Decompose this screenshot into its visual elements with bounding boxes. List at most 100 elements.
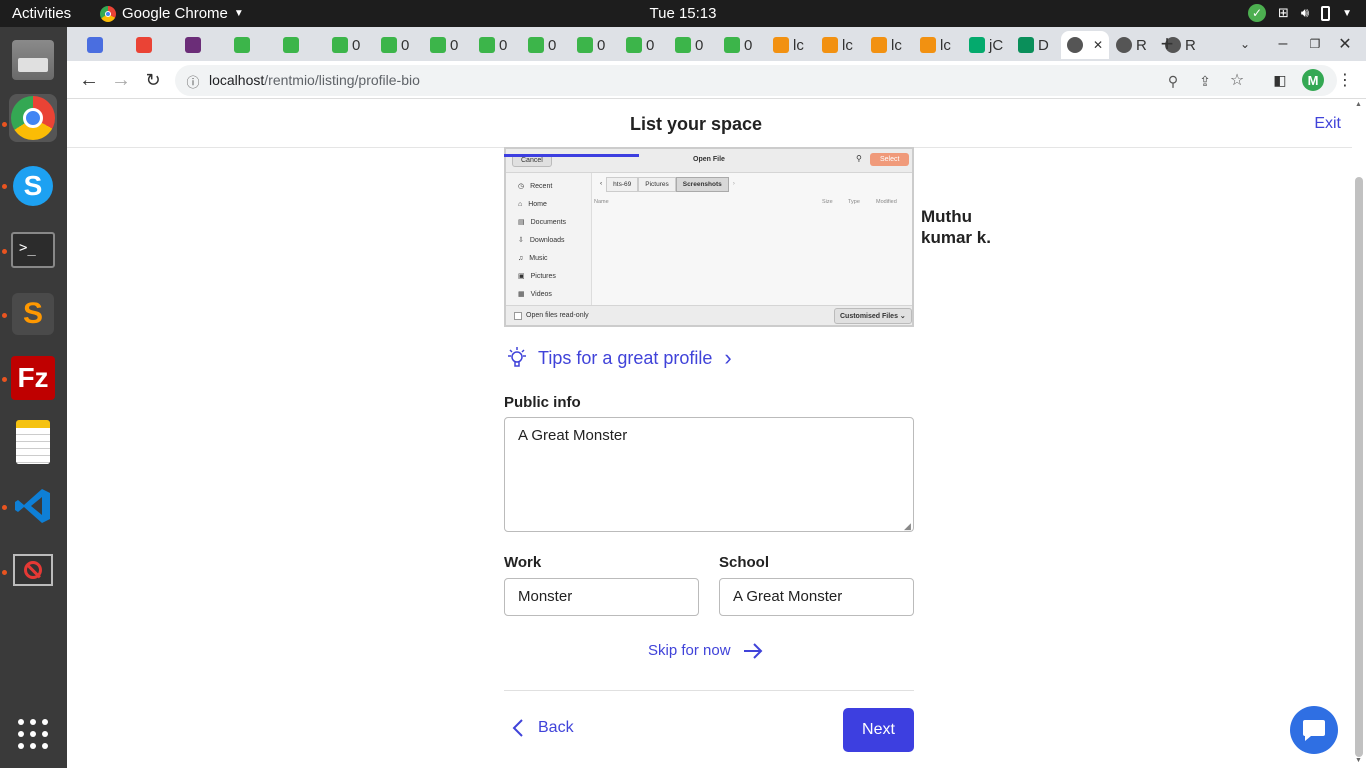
browser-tab[interactable]: 0 — [424, 31, 468, 59]
vscode-icon[interactable] — [9, 482, 57, 530]
browser-tab[interactable]: 0 — [473, 31, 517, 59]
url-text[interactable]: localhost/rentmio/listing/profile-bio — [209, 72, 420, 88]
back-nav-icon[interactable]: ← — [79, 69, 99, 91]
system-top-bar: Activities Google Chrome ▼ Tue 15:13 ✓ ⊞… — [0, 0, 1366, 27]
frog-icon — [430, 37, 446, 53]
profile-avatar[interactable]: M — [1302, 69, 1324, 91]
next-button[interactable]: Next — [843, 708, 914, 752]
chat-widget-button[interactable] — [1290, 706, 1338, 754]
school-input[interactable]: A Great Monster — [719, 578, 914, 616]
scrollbar-thumb[interactable] — [1355, 177, 1363, 757]
files-icon[interactable] — [9, 36, 57, 84]
browser-tab[interactable]: jC — [963, 31, 1007, 59]
tips-label: Tips for a great profile — [538, 347, 713, 368]
activities-button[interactable]: Activities — [12, 5, 71, 22]
browser-tab[interactable]: lc — [865, 31, 909, 59]
col-size: Size — [822, 199, 833, 205]
browser-tab[interactable] — [228, 31, 272, 59]
browser-tab[interactable] — [81, 31, 125, 59]
browser-tab[interactable]: lc — [914, 31, 958, 59]
browser-tab[interactable]: R — [1110, 31, 1154, 59]
bookmark-star-icon[interactable]: ☆ — [1227, 70, 1247, 90]
footer-divider — [504, 690, 914, 691]
frog-icon — [381, 37, 397, 53]
slack-icon — [185, 37, 201, 53]
w3-icon — [969, 37, 985, 53]
back-label: Back — [538, 719, 574, 736]
pma-icon — [920, 37, 936, 53]
tab-search-icon[interactable]: ⌄ — [1235, 34, 1255, 54]
browser-tab[interactable]: 0 — [718, 31, 762, 59]
chevron-right-icon: › — [724, 345, 732, 370]
profile-photo-preview[interactable]: Cancel Open File ⚲ Select ‹ hts-69 Pictu… — [504, 147, 914, 327]
browser-tab[interactable]: ✕ — [1061, 31, 1109, 59]
terminal-icon[interactable]: >_ — [9, 226, 57, 274]
battery-icon[interactable] — [1321, 5, 1331, 21]
chevron-left-icon — [512, 719, 523, 737]
page-viewport: List your space Exit Cancel Open File ⚲ … — [67, 99, 1352, 768]
skype-icon[interactable]: S — [9, 162, 57, 210]
disabled-app-icon[interactable] — [9, 546, 57, 594]
close-window-icon[interactable]: ✕ — [1335, 34, 1355, 54]
work-input[interactable]: Monster — [504, 578, 699, 616]
place-label: Recent — [530, 182, 553, 190]
browser-tab[interactable]: lc — [767, 31, 811, 59]
new-tab-button[interactable]: + — [1157, 31, 1177, 56]
globe-icon — [1116, 37, 1132, 53]
col-type: Type — [848, 199, 860, 205]
tab-title: 0 — [352, 36, 361, 54]
share-icon[interactable]: ⇪ — [1195, 71, 1215, 91]
site-info-icon[interactable]: ⓘ — [183, 71, 203, 91]
volume-icon[interactable]: 🔊︎ — [1301, 5, 1309, 21]
reload-icon[interactable]: ↻ — [143, 70, 163, 90]
update-shield-icon[interactable]: ✓ — [1247, 4, 1266, 22]
video-icon: ▦ — [518, 291, 525, 298]
address-bar[interactable]: ⓘ localhost/rentmio/listing/profile-bio … — [175, 65, 1337, 96]
dialog-places: ◷ Recent ⌂ Home ▤ Documents ⇩ Downloads ♫ Mus… — [506, 173, 592, 305]
browser-tab[interactable] — [179, 31, 223, 59]
dock: S >_ S Fz — [0, 27, 67, 768]
filezilla-icon[interactable]: Fz — [9, 354, 57, 402]
app-grid-icon[interactable] — [9, 710, 57, 758]
minimize-icon[interactable]: – — [1273, 34, 1293, 54]
close-tab-icon[interactable]: ✕ — [1093, 38, 1103, 52]
back-button[interactable]: Back — [512, 719, 574, 737]
browser-tab[interactable]: lc — [816, 31, 860, 59]
chevron-down-icon[interactable]: ▼ — [1342, 8, 1352, 19]
tab-title: 0 — [548, 36, 557, 54]
chrome-icon[interactable] — [9, 94, 57, 142]
zoom-icon[interactable]: ⚲ — [1163, 71, 1183, 91]
page-scrollbar[interactable]: ▲ ▼ — [1352, 99, 1366, 768]
restore-icon[interactable]: ❐ — [1305, 34, 1325, 54]
place-item: ▣ Pictures — [506, 267, 591, 285]
network-icon[interactable]: ⊞ — [1278, 5, 1289, 21]
forward-nav-icon[interactable]: → — [111, 69, 131, 91]
browser-tab[interactable]: 0 — [571, 31, 615, 59]
skip-link[interactable]: Skip for now — [648, 642, 763, 659]
notes-icon[interactable] — [9, 418, 57, 466]
browser-tab[interactable]: 0 — [669, 31, 713, 59]
dialog-path-bar: ‹ hts-69 Pictures Screenshots › — [596, 177, 739, 192]
path-back-icon: ‹ — [600, 180, 603, 187]
tips-link[interactable]: Tips for a great profile › — [504, 345, 732, 371]
browser-tab[interactable]: 0 — [326, 31, 370, 59]
docs-icon — [87, 37, 103, 53]
scroll-up-icon[interactable]: ▲ — [1355, 101, 1362, 108]
browser-tab[interactable]: 0 — [620, 31, 664, 59]
sublime-icon[interactable]: S — [9, 290, 57, 338]
frog-icon — [626, 37, 642, 53]
browser-tab[interactable] — [130, 31, 174, 59]
exit-link[interactable]: Exit — [1314, 115, 1341, 133]
public-info-textarea[interactable]: A Great Monster — [504, 417, 914, 532]
system-tray[interactable]: ✓ ⊞ 🔊︎ ▼ — [1247, 4, 1352, 22]
browser-tab[interactable]: 0 — [522, 31, 566, 59]
side-panel-icon[interactable]: ◧ — [1270, 70, 1290, 90]
app-menu[interactable]: Google Chrome ▼ — [100, 5, 244, 22]
more-menu-icon[interactable]: ⋮ — [1335, 70, 1355, 90]
resize-handle-icon[interactable]: ◢ — [904, 521, 911, 532]
scroll-down-icon[interactable]: ▼ — [1355, 757, 1362, 764]
browser-tab[interactable]: 0 — [375, 31, 419, 59]
browser-tab[interactable]: D — [1012, 31, 1056, 59]
page-title: List your space — [629, 114, 763, 134]
browser-tab[interactable] — [277, 31, 321, 59]
